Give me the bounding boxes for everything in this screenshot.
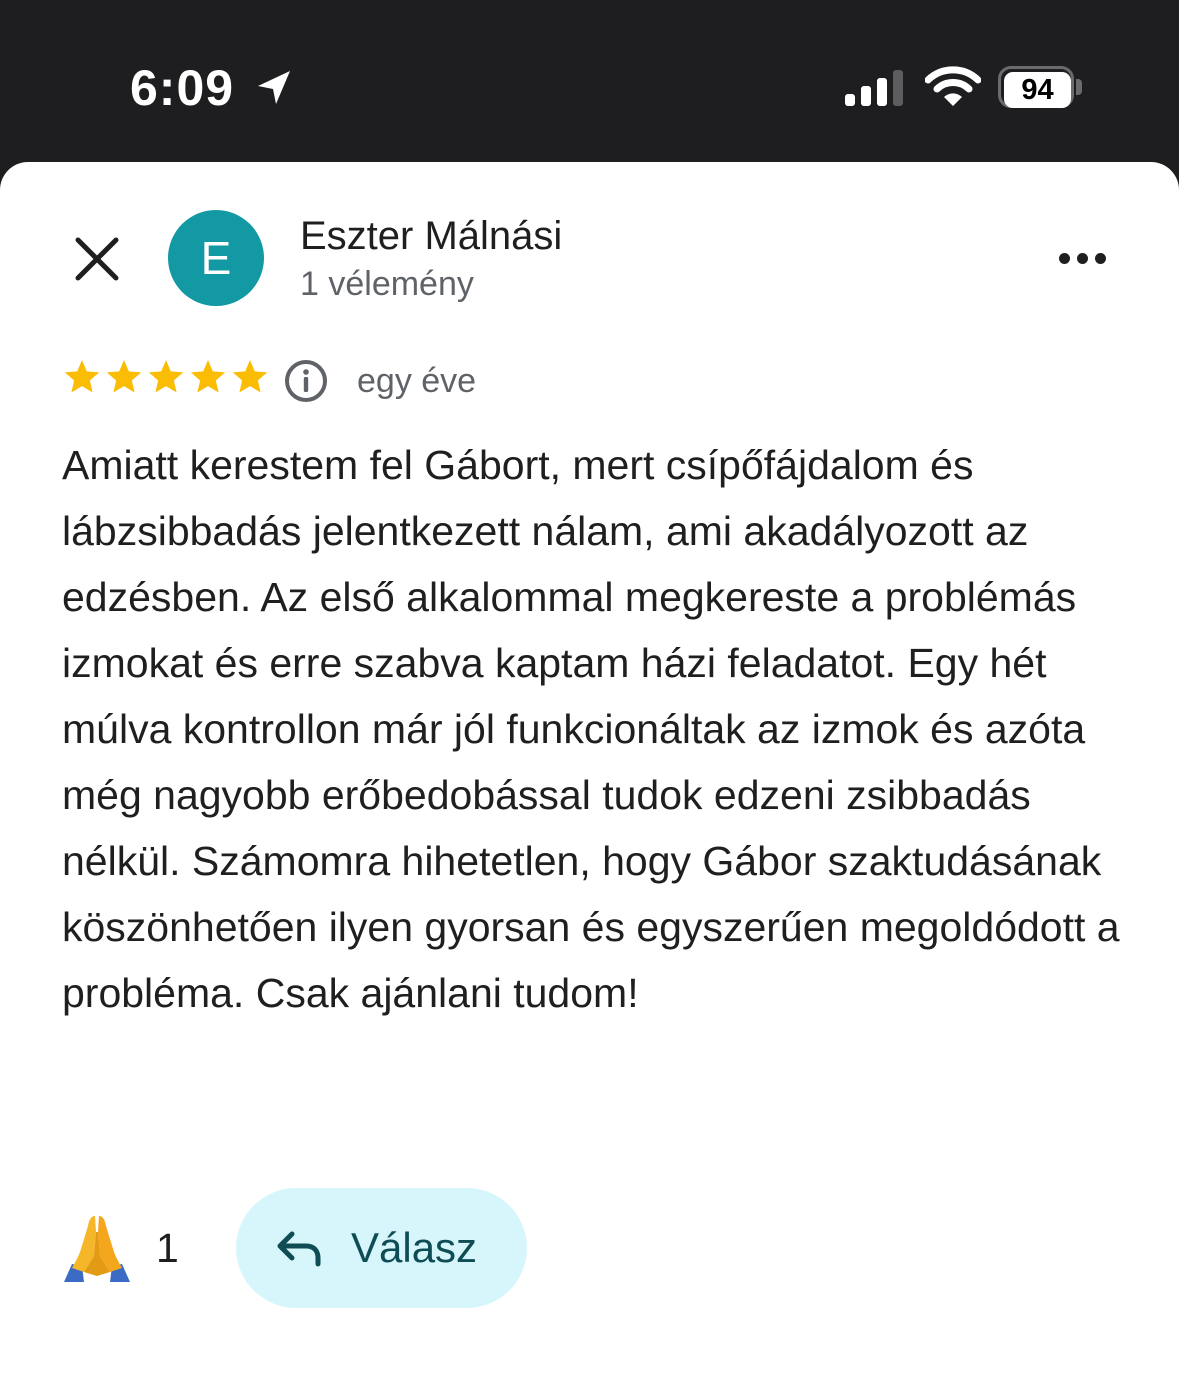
more-dot (1094, 252, 1106, 264)
battery-outline: 94 (998, 66, 1074, 108)
star-icon (64, 360, 100, 393)
more-options-button[interactable] (1050, 240, 1114, 276)
reply-button[interactable]: Válasz (236, 1188, 527, 1308)
status-bar: 6:09 94 (0, 0, 1179, 162)
star-icon (148, 360, 184, 393)
more-dot (1058, 252, 1070, 264)
avatar-initial: E (200, 232, 232, 284)
close-button[interactable] (66, 228, 128, 290)
battery-level: 94 (1004, 72, 1071, 108)
reply-arrow-icon (277, 1231, 321, 1267)
star-icon (106, 360, 142, 393)
reply-label: Válasz (351, 1224, 478, 1271)
review-sheet: E Eszter Málnási 1 vélemény egy éve Amia… (0, 162, 1179, 1387)
folded-hands-icon (64, 1216, 130, 1282)
star-icon (232, 360, 268, 393)
status-time: 6:09 (130, 60, 235, 116)
star-icon (190, 360, 226, 393)
reviewer-name[interactable]: Eszter Málnási (300, 212, 562, 260)
review-date: egy éve (357, 362, 477, 400)
close-icon (75, 237, 119, 281)
battery-icon: 94 (998, 66, 1086, 110)
review-text: Amiatt kerestem fel Gábort, mert csípőfá… (62, 442, 1120, 1016)
reviewer-review-count: 1 vélemény (300, 265, 474, 303)
avatar[interactable]: E (168, 210, 264, 306)
star-rating (62, 356, 270, 398)
cellular-signal-icon (845, 70, 903, 106)
reaction-button[interactable] (60, 1212, 134, 1284)
battery-tip (1076, 79, 1082, 95)
reaction-count: 1 (156, 1225, 179, 1271)
location-arrow-icon (258, 71, 290, 104)
info-icon[interactable] (282, 357, 330, 405)
more-dot (1076, 252, 1088, 264)
wifi-icon (925, 66, 981, 106)
